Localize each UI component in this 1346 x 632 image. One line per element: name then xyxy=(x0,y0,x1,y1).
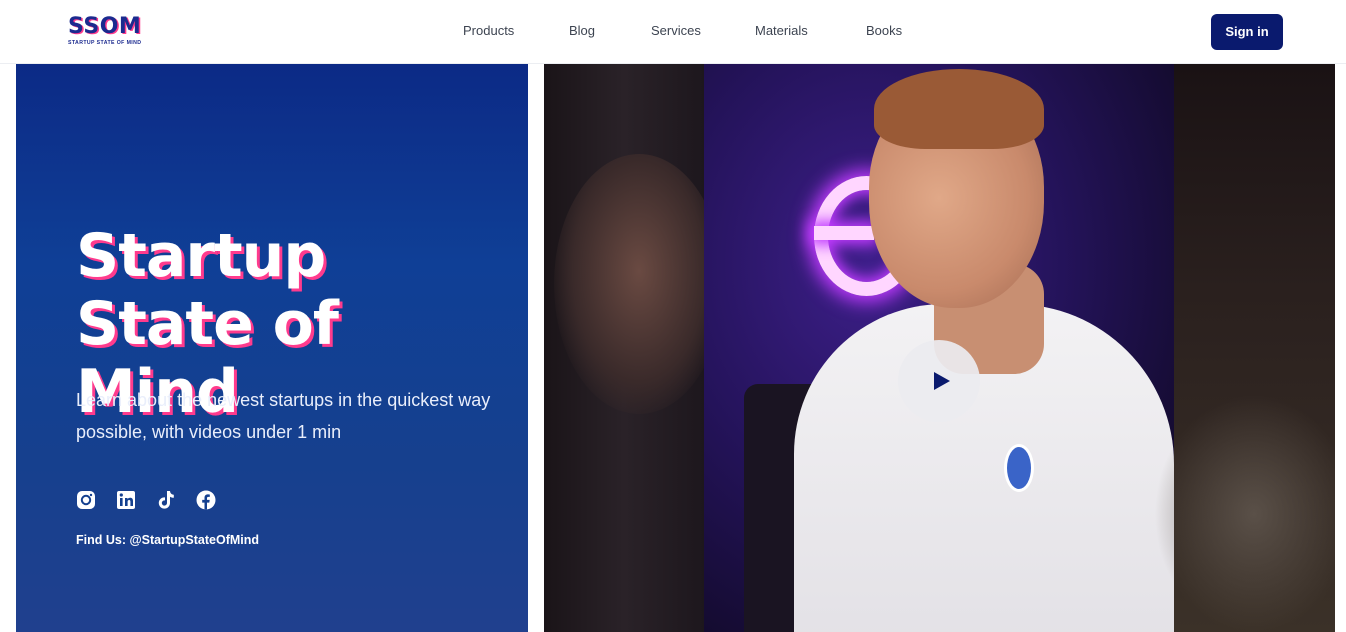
nav-link-books[interactable]: Books xyxy=(866,23,902,38)
play-button[interactable] xyxy=(898,340,980,422)
site-header: SSOM STARTUP STATE OF MIND Products Blog… xyxy=(0,0,1346,64)
nav-link-services[interactable]: Services xyxy=(651,23,701,38)
video-blur-right xyxy=(1154,64,1335,632)
start-badge xyxy=(1004,444,1034,492)
main-nav: Products Blog Services Materials Books xyxy=(0,0,1346,64)
sign-in-button[interactable]: Sign in xyxy=(1211,14,1283,50)
find-us-handle: Find Us: @StartupStateOfMind xyxy=(76,533,260,547)
neon-sign-bar xyxy=(814,226,874,240)
facebook-icon[interactable] xyxy=(196,490,216,510)
tiktok-icon[interactable] xyxy=(156,490,176,510)
nav-link-materials[interactable]: Materials xyxy=(755,23,808,38)
hero-panel: Startup State of Mind Learn about the ne… xyxy=(16,64,528,632)
speaker-hair xyxy=(874,69,1044,149)
video-blur-left xyxy=(544,64,724,632)
nav-link-blog[interactable]: Blog xyxy=(569,23,595,38)
play-icon xyxy=(934,372,950,390)
video-player[interactable] xyxy=(544,64,1335,632)
instagram-icon[interactable] xyxy=(76,490,96,510)
linkedin-icon[interactable] xyxy=(116,490,136,510)
nav-link-products[interactable]: Products xyxy=(463,23,514,38)
hero-subtitle: Learn about the newest startups in the q… xyxy=(76,390,491,442)
